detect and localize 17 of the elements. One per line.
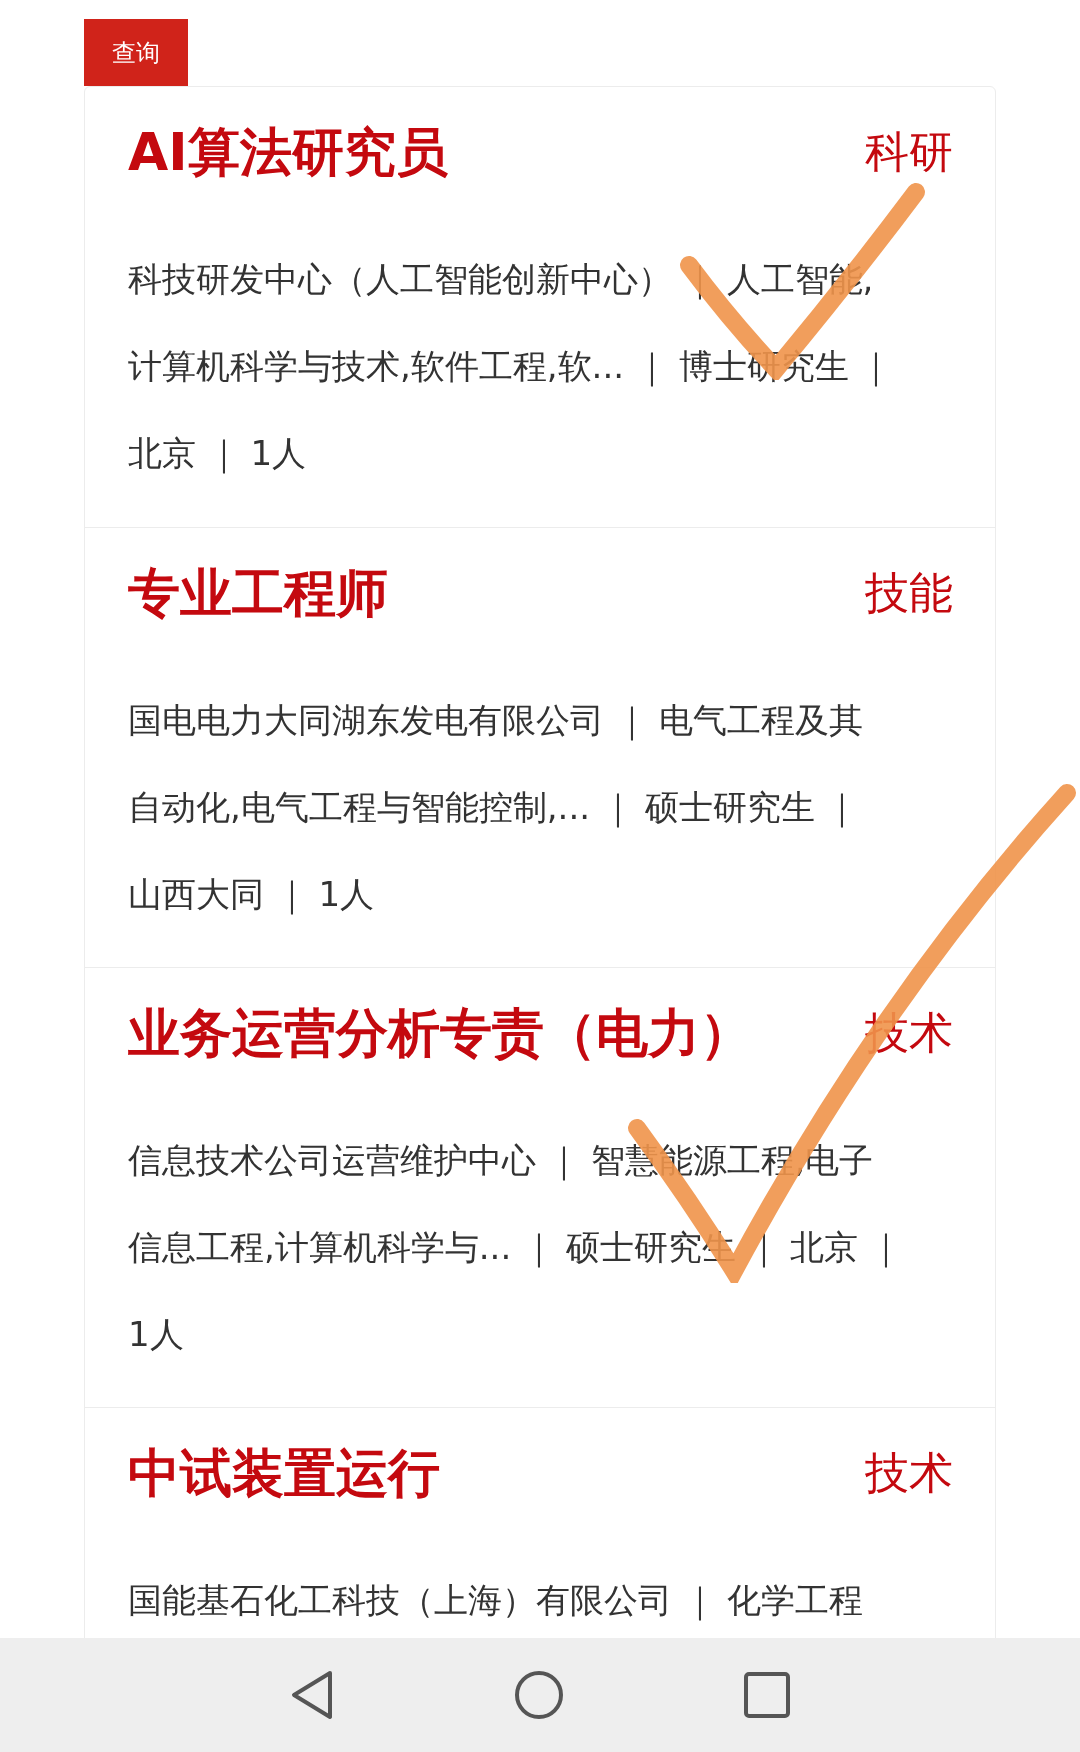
job-title[interactable]: 业务运营分析专责（电力） <box>128 1007 752 1059</box>
job-details-line: 山西大同 ｜ 1人 <box>128 872 375 916</box>
job-details-line: 1人 <box>128 1312 184 1356</box>
query-button[interactable]: 查询 <box>84 19 188 86</box>
job-title[interactable]: AI算法研究员 <box>128 126 448 178</box>
home-icon[interactable] <box>514 1670 564 1720</box>
job-details-line: 国能基石化工科技（上海）有限公司 ｜ 化学工程 <box>128 1578 863 1622</box>
job-details-line: 国电电力大同湖东发电有限公司 ｜ 电气工程及其 <box>128 698 863 742</box>
job-category: 技能 <box>865 571 953 615</box>
job-category: 科研 <box>865 130 953 174</box>
job-details-line: 自动化,电气工程与智能控制,... ｜ 硕士研究生 ｜ <box>128 785 859 829</box>
job-title[interactable]: 专业工程师 <box>128 567 388 619</box>
job-title[interactable]: 中试装置运行 <box>128 1447 440 1499</box>
recent-apps-icon[interactable] <box>744 1672 790 1718</box>
back-icon[interactable] <box>290 1670 334 1720</box>
job-details-line: 北京 ｜ 1人 <box>128 431 307 475</box>
job-category: 技术 <box>865 1451 953 1495</box>
